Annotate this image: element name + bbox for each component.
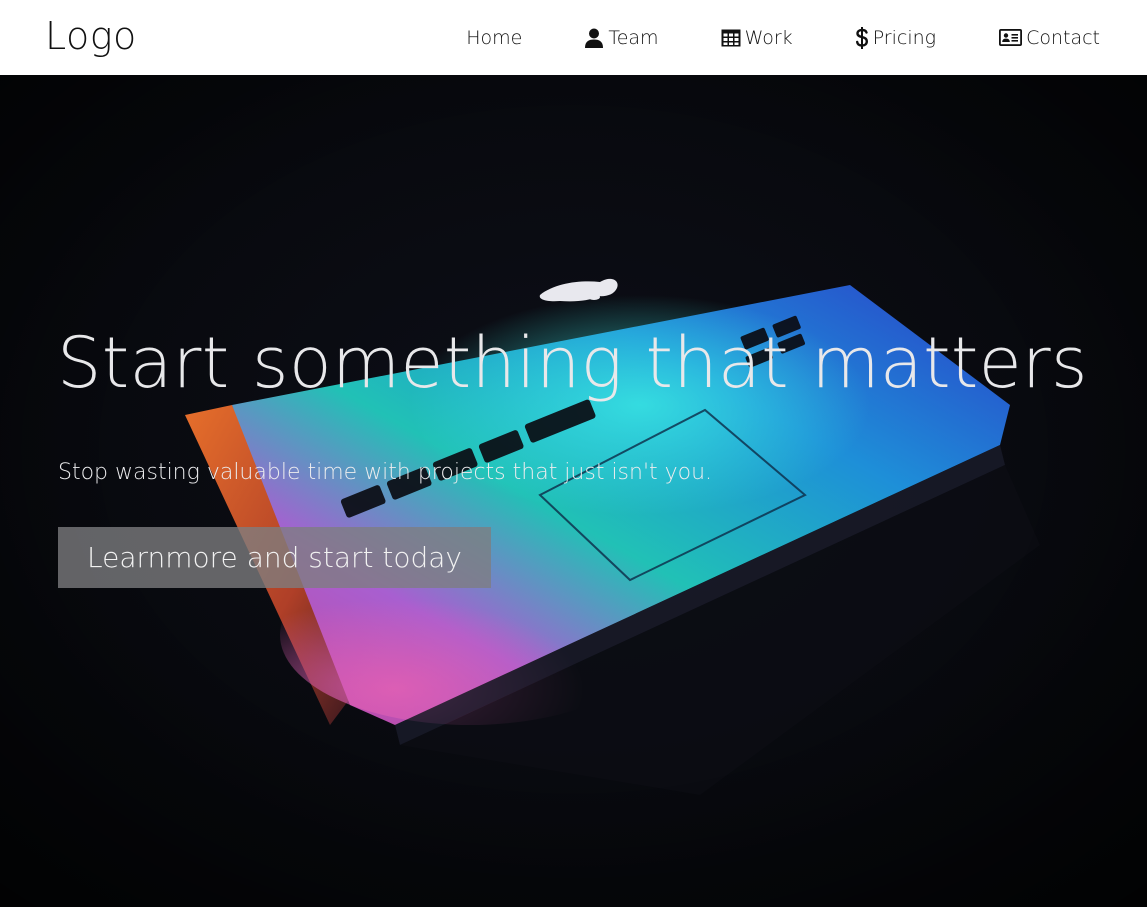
nav-item-home[interactable]: Home xyxy=(466,0,522,75)
nav-item-label: Home xyxy=(466,26,523,49)
learn-more-button[interactable]: Learnmore and start today xyxy=(58,527,491,588)
table-icon xyxy=(721,28,741,48)
main-nav: Home Team Work Pricing Contact xyxy=(466,0,1100,75)
nav-item-label: Pricing xyxy=(872,26,937,49)
hero-section: Start something that matters Stop wastin… xyxy=(0,75,1147,907)
nav-item-pricing[interactable]: Pricing xyxy=(793,0,936,75)
nav-item-work[interactable]: Work xyxy=(659,0,793,75)
hero-subtitle: Stop wasting valuable time with projects… xyxy=(58,460,713,485)
hero-background-image xyxy=(0,75,1147,907)
nav-item-label: Team xyxy=(608,26,659,49)
nav-item-team[interactable]: Team xyxy=(522,0,659,75)
nav-item-label: Contact xyxy=(1026,26,1100,49)
hero-title: Start something that matters xyxy=(57,322,1088,404)
address-card-icon xyxy=(998,28,1022,48)
nav-item-label: Work xyxy=(744,26,793,49)
nav-item-contact[interactable]: Contact xyxy=(936,0,1100,75)
top-navbar: Logo Home Team Work Pricing Contact xyxy=(0,0,1147,75)
dollar-icon xyxy=(855,26,869,49)
user-icon xyxy=(584,28,604,48)
logo[interactable]: Logo xyxy=(45,14,137,58)
